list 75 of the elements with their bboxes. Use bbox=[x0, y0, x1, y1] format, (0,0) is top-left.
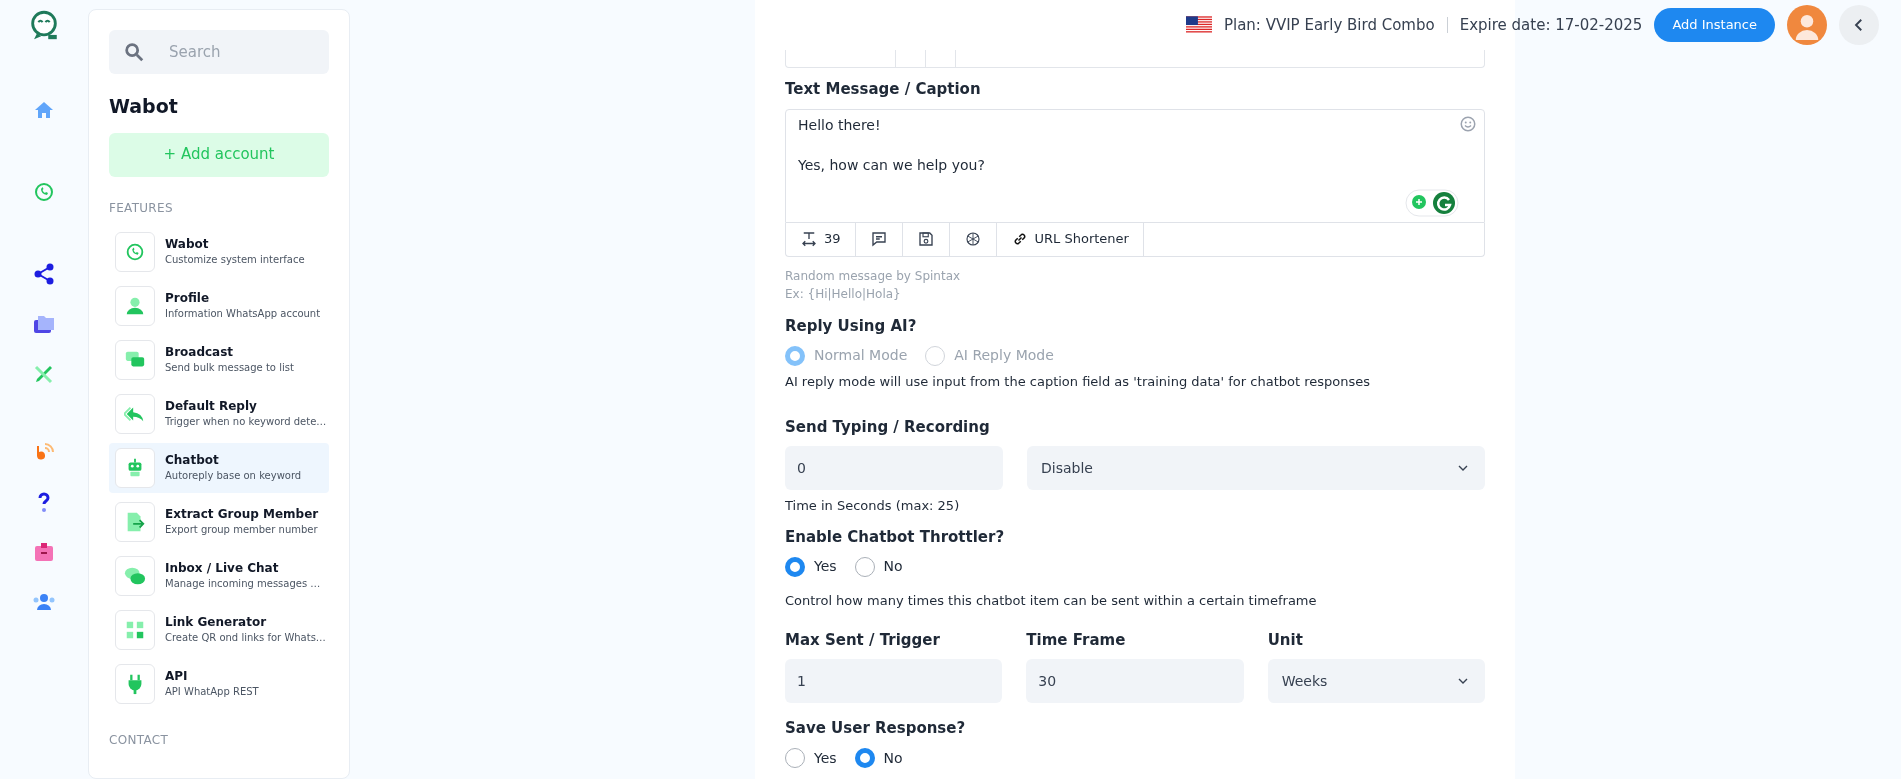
help-text: Time in Seconds (max: 25) bbox=[785, 497, 961, 515]
number-input[interactable]: 1 bbox=[785, 659, 1003, 703]
sidebar-item[interactable]: API API WhatApp REST bbox=[109, 658, 329, 709]
badge-icon[interactable] bbox=[32, 540, 56, 564]
item-title: Link Generator bbox=[165, 615, 268, 631]
grammar-widget-icon[interactable] bbox=[1405, 188, 1459, 217]
radio-button[interactable] bbox=[785, 748, 805, 768]
radio-label: No bbox=[883, 748, 903, 768]
sidebar-item[interactable]: Wabot Customize system interface bbox=[109, 226, 329, 277]
sidebar-item[interactable]: Profile Information WhatsApp account bbox=[109, 280, 329, 331]
seconds-input[interactable]: 0 bbox=[785, 446, 1003, 490]
radio-label: Yes bbox=[814, 748, 837, 768]
item-title: Inbox / Live Chat bbox=[165, 561, 280, 577]
smiley-icon[interactable] bbox=[1459, 114, 1477, 133]
field-label: Save User Response? bbox=[785, 718, 967, 739]
radio-label: Yes bbox=[814, 557, 837, 576]
sidebar-item[interactable]: Default Reply Trigger when no keyword dete… bbox=[109, 388, 329, 439]
field-label: Max Sent / Trigger bbox=[785, 629, 941, 651]
radio-button[interactable] bbox=[854, 556, 875, 577]
sidebar-title: Wabot bbox=[109, 94, 179, 119]
plan-label: Plan: VVIP Early Bird Combo bbox=[1223, 14, 1435, 36]
comment-icon bbox=[869, 230, 888, 248]
expire-date: Expire date: 17-02-2025 bbox=[1459, 14, 1643, 36]
save-icon bbox=[916, 230, 935, 248]
field-label: Text Message / Caption bbox=[785, 79, 982, 100]
unit-select[interactable]: Weeks bbox=[1267, 659, 1485, 703]
field-label: Send Typing / Recording bbox=[785, 416, 991, 438]
radio-button[interactable] bbox=[854, 748, 875, 768]
knot-logo-icon bbox=[963, 230, 982, 248]
field-label: Enable Chatbot Throttler? bbox=[785, 526, 1006, 548]
item-description: Create QR ond links for Whats… bbox=[165, 630, 326, 644]
item-description: Manage incoming messages … bbox=[165, 576, 321, 590]
sidebar-item[interactable]: Inbox / Live Chat Manage incoming messages … bbox=[109, 550, 329, 601]
message-textarea[interactable]: Hello there! Yes, how can we help you? bbox=[785, 108, 1485, 223]
share-icon[interactable] bbox=[32, 262, 56, 286]
section-heading: FEATURES bbox=[109, 199, 174, 217]
item-description: Trigger when no keyword dete… bbox=[165, 414, 327, 428]
search-field[interactable]: Search bbox=[109, 30, 329, 74]
field-label: Time Frame bbox=[1026, 629, 1127, 651]
item-title: Profile bbox=[165, 291, 211, 307]
item-description: Customize system interface bbox=[165, 252, 305, 266]
sidebar-item[interactable]: Chatbot Autoreply base on keyword bbox=[109, 442, 329, 493]
hint-text: Ex: {Hi|Hello|Hola} bbox=[785, 285, 902, 303]
sidebar-item[interactable]: Extract Group Member Export group member number bbox=[109, 496, 329, 547]
item-description: Information WhatsApp account bbox=[165, 306, 321, 320]
sidebar-item[interactable]: Link Generator Create QR ond links for Whats… bbox=[109, 604, 329, 655]
item-title: API bbox=[165, 669, 189, 685]
text-width-icon bbox=[800, 230, 818, 248]
number-input[interactable]: 30 bbox=[1026, 659, 1244, 703]
item-title: Broadcast bbox=[165, 345, 235, 361]
radio-label: No bbox=[883, 557, 903, 576]
help-text: Control how many times this chatbot item can be sent within a certain timeframe bbox=[785, 592, 1318, 610]
field-label: Unit bbox=[1267, 629, 1304, 651]
field-label: Reply Using AI? bbox=[785, 315, 918, 337]
item-description: Send bulk message to list bbox=[165, 360, 294, 374]
radio-label: Normal Mode bbox=[814, 346, 908, 365]
item-description: API WhatApp REST bbox=[165, 684, 259, 698]
mode-select[interactable]: Disable bbox=[1027, 446, 1485, 490]
add-instance-button[interactable]: Add Instance bbox=[1654, 8, 1775, 42]
help-text: AI reply mode will use input from the caption field as 'training data' for chatbot responses bbox=[785, 373, 1371, 391]
item-description: Export group member number bbox=[165, 522, 319, 536]
item-title: Wabot bbox=[165, 237, 210, 253]
item-description: Autoreply base on keyword bbox=[165, 468, 302, 482]
whatsapp-icon[interactable] bbox=[32, 180, 56, 204]
url-shortener-button[interactable]: URL Shortener bbox=[996, 222, 1144, 256]
item-title: Chatbot bbox=[165, 453, 220, 469]
item-title: Default Reply bbox=[165, 399, 258, 415]
section-heading: CONTACT bbox=[109, 731, 169, 749]
character-counter[interactable]: 39 bbox=[786, 222, 856, 256]
radio-button[interactable] bbox=[785, 556, 805, 577]
radio-label: AI Reply Mode bbox=[954, 346, 1054, 365]
sidebar-item[interactable]: Broadcast Send bulk message to list bbox=[109, 334, 329, 385]
avatar[interactable] bbox=[1787, 5, 1827, 45]
hint-text: Random message by Spintax bbox=[785, 267, 962, 285]
item-title: Extract Group Member bbox=[165, 507, 319, 523]
